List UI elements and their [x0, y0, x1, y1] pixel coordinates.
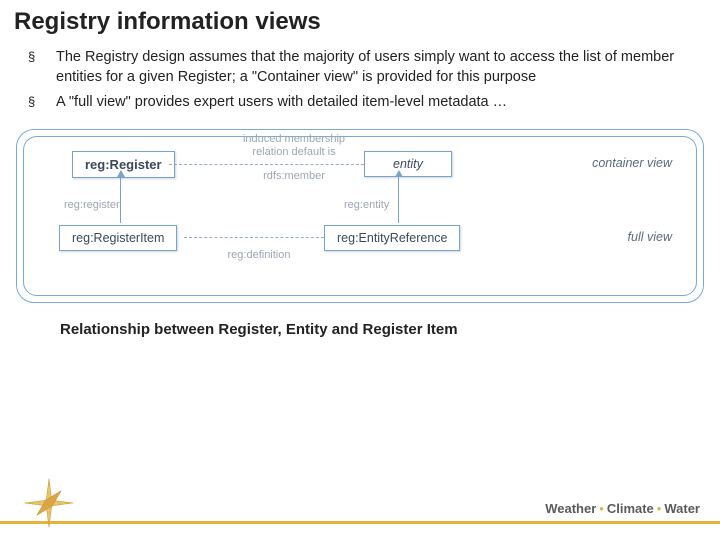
dot-icon: •: [596, 501, 607, 516]
inner-rounded-box: induced membership relation default is r…: [23, 136, 697, 296]
note-relation-default: relation default is: [224, 146, 364, 158]
brand-word: Climate: [607, 501, 654, 516]
footer: Weather•Climate•Water: [0, 488, 720, 540]
node-entity: entity: [364, 151, 452, 177]
list-item: §The Registry design assumes that the ma…: [28, 48, 696, 87]
label-container-view: container view: [592, 156, 672, 170]
bullet-icon: §: [28, 48, 56, 87]
note-reg-register: reg:register: [64, 199, 164, 211]
brand-word: Water: [664, 501, 700, 516]
page-title: Registry information views: [0, 0, 720, 48]
dashed-connector: [184, 237, 324, 238]
node-entity-reference: reg:EntityReference: [324, 225, 460, 251]
outer-rounded-box: induced membership relation default is r…: [16, 129, 704, 303]
diagram-container: induced membership relation default is r…: [16, 129, 704, 303]
bullet-list: §The Registry design assumes that the ma…: [0, 48, 720, 113]
bullet-text: A "full view" provides expert users with…: [56, 93, 696, 113]
node-register-item: reg:RegisterItem: [59, 225, 177, 251]
dashed-connector: [169, 164, 364, 165]
brand-word: Weather: [545, 501, 596, 516]
footer-brand: Weather•Climate•Water: [545, 501, 700, 516]
list-item: §A "full view" provides expert users wit…: [28, 93, 696, 113]
note-reg-definition: reg:definition: [204, 249, 314, 261]
dot-icon: •: [654, 501, 665, 516]
bullet-text: The Registry design assumes that the maj…: [56, 48, 696, 87]
footer-bar: [0, 521, 720, 524]
note-rdfs-member: rdfs:member: [224, 170, 364, 182]
note-induced-membership: induced membership: [224, 133, 364, 145]
bullet-icon: §: [28, 93, 56, 113]
label-full-view: full view: [628, 230, 672, 244]
compass-icon: [22, 476, 76, 530]
note-reg-entity: reg:entity: [344, 199, 444, 211]
diagram-caption: Relationship between Register, Entity an…: [60, 321, 720, 338]
